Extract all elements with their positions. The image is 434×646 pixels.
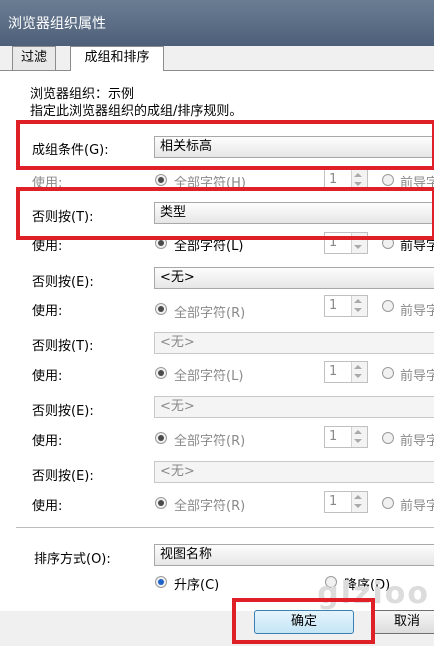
char-count-value: 1 — [329, 364, 338, 379]
prefix-radio[interactable] — [382, 367, 394, 379]
all-chars-label: 全部字符(R) — [174, 499, 246, 514]
tab-group-sort[interactable]: 成组和排序 — [70, 46, 164, 71]
prefix-label: 前导字 — [400, 304, 434, 319]
use-label: 使用: — [32, 304, 63, 319]
cancel-button[interactable]: 取消 — [372, 610, 434, 634]
then-by-label: 否则按(E): — [32, 404, 94, 419]
use-label: 使用: — [32, 434, 63, 449]
then-by-label: 否则按(E): — [32, 275, 94, 290]
group-by-select[interactable]: 相关标高 — [154, 136, 434, 158]
char-count-stepper[interactable]: 1 — [324, 361, 368, 383]
char-count-value: 1 — [329, 298, 338, 313]
prefix-radio[interactable] — [382, 432, 394, 444]
prefix-label: 前导字 — [400, 369, 434, 384]
all-chars-label: 全部字符(R) — [174, 434, 246, 449]
watermark-logo: glzioo — [317, 576, 430, 611]
prefix-label: 前导字 — [400, 434, 434, 449]
prefix-radio[interactable] — [382, 174, 394, 186]
char-count-value: 1 — [329, 429, 338, 444]
prefix-label: 前导字 — [400, 499, 434, 514]
then-by-label: 否则按(T): — [32, 210, 94, 225]
title-bar: 浏览器组织属性 — [0, 0, 434, 46]
then-by-select[interactable]: <无> — [154, 332, 434, 354]
all-chars-label: 全部字符(R) — [174, 306, 246, 321]
char-count-stepper[interactable]: 1 — [324, 295, 368, 317]
ok-button[interactable]: 确定 — [254, 610, 354, 634]
sort-by-label: 排序方式(O): — [34, 552, 111, 567]
prefix-radio[interactable] — [382, 300, 394, 312]
all-chars-radio[interactable] — [155, 497, 167, 509]
all-chars-radio[interactable] — [155, 174, 167, 186]
tab-panel: 浏览器组织：示例 指定此浏览器组织的成组/排序规则。 成组条件(G): 相关标高… — [0, 70, 434, 611]
all-chars-radio[interactable] — [155, 432, 167, 444]
all-chars-radio[interactable] — [155, 303, 167, 315]
prefix-radio[interactable] — [382, 237, 394, 249]
ascending-radio[interactable] — [155, 576, 167, 588]
prefix-label: 前导字 — [400, 239, 434, 254]
char-count-stepper[interactable]: 1 — [324, 491, 368, 513]
all-chars-label: 全部字符(L) — [174, 239, 244, 254]
window-title: 浏览器组织属性 — [8, 16, 106, 32]
char-count-stepper[interactable]: 1 — [324, 426, 368, 448]
all-chars-radio[interactable] — [155, 367, 167, 379]
then-by-label: 否则按(E): — [32, 469, 94, 484]
use-label: 使用: — [32, 176, 63, 191]
prefix-radio[interactable] — [382, 497, 394, 509]
then-by-label: 否则按(T): — [32, 339, 94, 354]
sort-by-select[interactable]: 视图名称 — [154, 544, 434, 566]
group-by-label: 成组条件(G): — [32, 143, 109, 158]
use-label: 使用: — [32, 239, 63, 254]
char-count-stepper[interactable]: 1 — [324, 232, 368, 254]
separator — [16, 527, 434, 528]
use-label: 使用: — [32, 369, 63, 384]
use-label: 使用: — [32, 499, 63, 514]
ascending-label: 升序(C) — [174, 578, 220, 593]
all-chars-label: 全部字符(H) — [174, 176, 246, 191]
char-count-stepper[interactable]: 1 — [324, 169, 368, 191]
then-by-select[interactable]: <无> — [154, 267, 434, 289]
all-chars-label: 全部字符(L) — [174, 369, 244, 384]
tab-filter[interactable]: 过滤 — [12, 46, 56, 70]
instruction-text: 指定此浏览器组织的成组/排序规则。 — [30, 104, 243, 119]
then-by-select[interactable]: 类型 — [154, 202, 434, 224]
char-count-value: 1 — [329, 172, 338, 187]
then-by-select[interactable]: <无> — [154, 461, 434, 483]
char-count-value: 1 — [329, 235, 338, 250]
char-count-value: 1 — [329, 494, 338, 509]
all-chars-radio[interactable] — [155, 237, 167, 249]
then-by-select[interactable]: <无> — [154, 396, 434, 418]
prefix-label: 前导字 — [400, 176, 434, 191]
